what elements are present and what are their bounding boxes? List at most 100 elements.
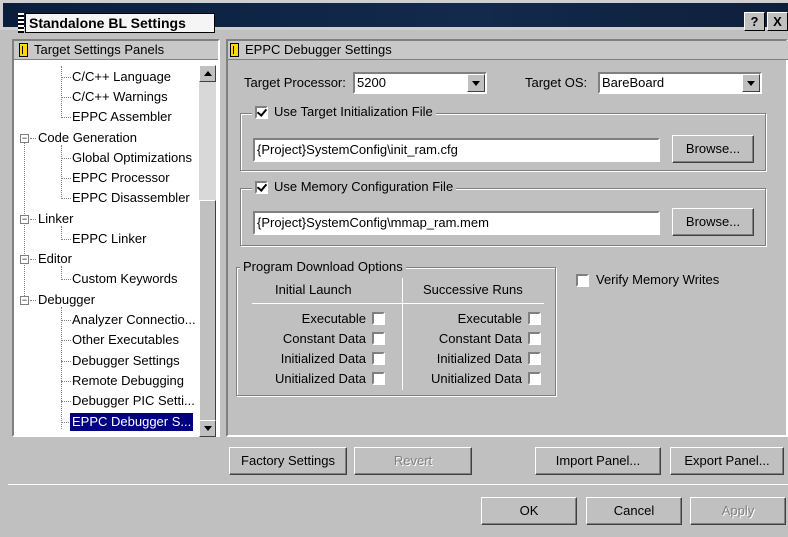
tree-item-debugger-pic-settings[interactable]: Debugger PIC Setti... xyxy=(72,392,195,410)
tree-item-remote-debugging[interactable]: Remote Debugging xyxy=(72,372,184,390)
tree-item-c-language[interactable]: C/C++ Language xyxy=(72,68,171,86)
tree-item-eppc-debugger-settings[interactable]: EPPC Debugger S... xyxy=(70,413,194,431)
collapse-toggle[interactable]: − xyxy=(20,134,29,143)
tree-connector xyxy=(30,300,36,301)
successive-initialized-label: Initialized Data xyxy=(436,351,522,366)
tree-connector xyxy=(61,361,71,362)
scroll-up-button[interactable] xyxy=(199,65,216,82)
tree-connector xyxy=(30,138,36,139)
tree-item-debugger[interactable]: Debugger xyxy=(38,291,95,309)
target-os-select[interactable]: BareBoard xyxy=(598,72,762,94)
column-initial-launch: Initial Launch xyxy=(275,282,352,297)
close-button[interactable]: X xyxy=(767,12,788,31)
note-icon xyxy=(230,43,239,57)
dropdown-button[interactable] xyxy=(467,74,485,92)
note-icon xyxy=(19,43,28,57)
tree-item-eppc-linker[interactable]: EPPC Linker xyxy=(72,230,146,248)
ok-button[interactable]: OK xyxy=(481,497,577,525)
columns-separator xyxy=(402,278,403,390)
tree-header: Target Settings Panels xyxy=(14,41,218,60)
initial-unitialized-checkbox[interactable] xyxy=(372,372,385,385)
collapse-toggle[interactable]: − xyxy=(20,215,29,224)
tree-item-eppc-processor[interactable]: EPPC Processor xyxy=(72,169,170,187)
tree-item-editor[interactable]: Editor xyxy=(38,250,72,268)
successive-constant-checkbox[interactable] xyxy=(528,332,541,345)
successive-constant-label: Constant Data xyxy=(438,331,522,346)
initial-unitialized-label: Unitialized Data xyxy=(274,371,366,386)
scroll-thumb[interactable] xyxy=(199,200,216,432)
tree-connector xyxy=(61,66,62,118)
tree-connector xyxy=(61,198,71,199)
init-file-path-input[interactable]: {Project}SystemConfig\init_ram.cfg xyxy=(253,138,660,162)
tree-item-other-executables[interactable]: Other Executables xyxy=(72,331,179,349)
tree-connector xyxy=(61,279,71,280)
export-panel-button[interactable]: Export Panel... xyxy=(670,447,784,475)
tree-connector xyxy=(61,266,62,280)
dropdown-button[interactable] xyxy=(742,74,760,92)
initial-initialized-checkbox[interactable] xyxy=(372,352,385,365)
init-file-checkbox[interactable] xyxy=(255,106,268,120)
init-file-label: Use Target Initialization File xyxy=(274,104,433,119)
tree-connector xyxy=(61,145,62,199)
cancel-button[interactable]: Cancel xyxy=(586,497,682,525)
target-processor-value: 5200 xyxy=(357,75,386,90)
tree-item-custom-keywords[interactable]: Custom Keywords xyxy=(72,270,177,288)
tree-header-label: Target Settings Panels xyxy=(34,42,165,57)
verify-writes-checkbox[interactable] xyxy=(576,274,589,287)
panel-header: EPPC Debugger Settings xyxy=(228,41,788,60)
settings-tree[interactable]: Target Settings Panels C/C++ Language C/… xyxy=(12,39,220,437)
target-os-label: Target OS: xyxy=(525,75,588,90)
tree-connector xyxy=(61,239,71,240)
mem-config-checkbox[interactable] xyxy=(255,181,268,195)
initial-executable-checkbox[interactable] xyxy=(372,312,385,325)
factory-settings-button[interactable]: Factory Settings xyxy=(229,447,347,475)
successive-initialized-checkbox[interactable] xyxy=(528,352,541,365)
mem-config-group-title: Use Memory Configuration File xyxy=(252,179,457,195)
initial-executable-label: Executable xyxy=(301,311,366,326)
target-os-value: BareBoard xyxy=(602,75,665,90)
mem-config-path-input[interactable]: {Project}SystemConfig\mmap_ram.mem xyxy=(253,211,660,235)
app-icon xyxy=(18,13,24,33)
column-successive-runs: Successive Runs xyxy=(423,282,523,297)
initial-constant-label: Constant Data xyxy=(282,331,366,346)
revert-button[interactable]: Revert xyxy=(354,447,472,475)
help-button[interactable]: ? xyxy=(744,12,765,31)
download-options-title: Program Download Options xyxy=(240,259,406,274)
tree-connector xyxy=(61,226,62,240)
browse-mem-button[interactable]: Browse... xyxy=(672,208,754,236)
successive-unitialized-checkbox[interactable] xyxy=(528,372,541,385)
tree-item-code-generation[interactable]: Code Generation xyxy=(38,129,137,147)
tree-connector xyxy=(61,97,71,98)
target-processor-label: Target Processor: xyxy=(244,75,346,90)
collapse-toggle[interactable]: − xyxy=(20,255,29,264)
collapse-toggle[interactable]: − xyxy=(20,296,29,305)
title-bar[interactable]: Standalone BL Settings ? X xyxy=(0,0,788,33)
window-divider xyxy=(8,484,788,485)
tree-connector xyxy=(61,340,71,341)
initial-constant-checkbox[interactable] xyxy=(372,332,385,345)
tree-item-c-warnings[interactable]: C/C++ Warnings xyxy=(72,88,168,106)
successive-executable-checkbox[interactable] xyxy=(528,312,541,325)
tree-item-linker[interactable]: Linker xyxy=(38,210,73,228)
import-panel-button[interactable]: Import Panel... xyxy=(535,447,661,475)
tree-connector xyxy=(30,219,36,220)
apply-button[interactable]: Apply xyxy=(690,497,786,525)
browse-init-button[interactable]: Browse... xyxy=(672,135,754,163)
tree-connector xyxy=(61,178,71,179)
tree-connector xyxy=(61,381,71,382)
arrow-up-icon xyxy=(204,71,212,76)
target-processor-select[interactable]: 5200 xyxy=(353,72,487,94)
tree-connector xyxy=(61,401,71,402)
tree-item-eppc-disassembler[interactable]: EPPC Disassembler xyxy=(72,189,190,207)
tree-item-eppc-assembler[interactable]: EPPC Assembler xyxy=(72,108,172,126)
tree-item-analyzer-connection[interactable]: Analyzer Connectio... xyxy=(72,311,196,329)
chevron-down-icon xyxy=(472,81,480,86)
scroll-down-button[interactable] xyxy=(199,420,216,437)
tree-scrollbar[interactable] xyxy=(199,65,216,437)
init-file-group-title: Use Target Initialization File xyxy=(252,104,436,120)
chevron-down-icon xyxy=(747,81,755,86)
tree-item-debugger-settings[interactable]: Debugger Settings xyxy=(72,352,180,370)
tree-connector xyxy=(61,320,71,321)
tree-item-global-optimizations[interactable]: Global Optimizations xyxy=(72,149,192,167)
initial-initialized-label: Initialized Data xyxy=(280,351,366,366)
